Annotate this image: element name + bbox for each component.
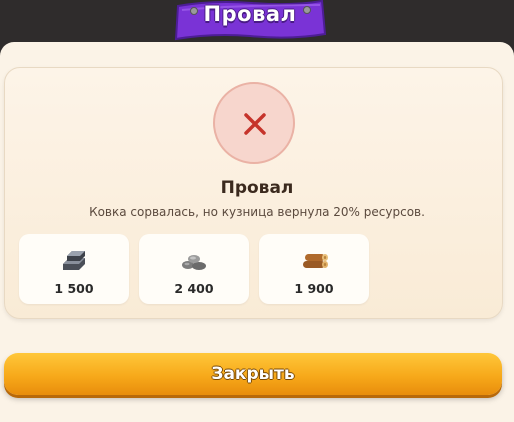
result-message: Ковка сорвалась, но кузница вернула 20% …: [89, 205, 425, 219]
close-button[interactable]: Закрыть: [4, 353, 502, 395]
resource-amount: 1 500: [54, 281, 94, 296]
resource-amount: 2 400: [174, 281, 214, 296]
result-title: Провал: [220, 178, 294, 198]
iron-ingot-icon: [63, 251, 85, 270]
close-x-icon: [244, 113, 266, 135]
header-plank: Провал: [172, 0, 328, 46]
resource-card-iron: 1 500: [19, 234, 129, 304]
header-title: Провал: [203, 2, 297, 26]
stone-icon: [182, 255, 206, 270]
resource-amount: 1 900: [294, 281, 334, 296]
resource-card-wood: 1 900: [259, 234, 369, 304]
resource-card-stone: 2 400: [139, 234, 249, 304]
close-button-label: Закрыть: [211, 364, 295, 384]
fail-status-badge: [213, 82, 295, 164]
wood-logs-icon: [303, 254, 328, 268]
